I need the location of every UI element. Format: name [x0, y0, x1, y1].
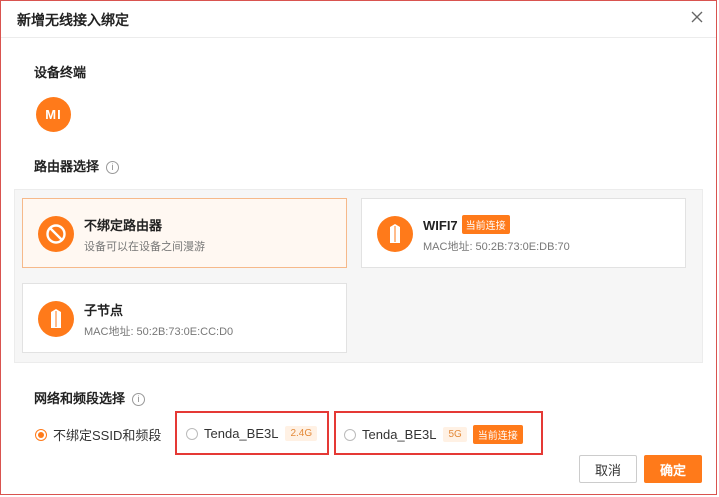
router-card-subtitle: 设备可以在设备之间漫游 — [84, 241, 205, 253]
close-icon[interactable] — [688, 8, 706, 26]
confirm-button[interactable]: 确定 — [644, 455, 702, 483]
network-section-label: 网络和频段选择 — [34, 391, 126, 406]
router-section-label: 路由器选择 — [34, 159, 100, 174]
current-connection-badge: 当前连接 — [472, 425, 523, 444]
band-badge: 2.4G — [285, 426, 318, 442]
device-logo-text: MI — [45, 107, 62, 122]
network-option-label: Tenda_BE3L — [362, 427, 437, 442]
band-badge: 5G — [443, 427, 467, 442]
xiaomi-logo-icon: MI — [36, 97, 71, 132]
prohibited-icon — [38, 216, 74, 252]
router-card-wifi7[interactable]: WIFI7 当前连接 MAC地址: 50:2B:73:0E:DB:70 — [361, 198, 686, 268]
network-option-label: Tenda_BE3L — [204, 426, 279, 442]
dialog-header: 新增无线接入绑定 — [1, 1, 716, 38]
info-icon[interactable]: i — [132, 393, 146, 407]
router-card-mac: MAC地址: 50:2B:73:0E:CC:D0 — [84, 326, 234, 338]
bind-dialog: 新增无线接入绑定 设备终端 MI 路由器选择 i 不绑定路由器 设备可以在设备之间… — [0, 0, 717, 495]
cancel-button[interactable]: 取消 — [579, 455, 637, 483]
router-device-icon — [377, 216, 413, 252]
network-section-title: 网络和频段选择 i — [34, 388, 146, 407]
network-option-unbind[interactable]: 不绑定SSID和频段 — [35, 425, 161, 461]
router-card-unbind[interactable]: 不绑定路由器 设备可以在设备之间漫游 — [22, 198, 347, 268]
router-list-panel: 不绑定路由器 设备可以在设备之间漫游 WIFI7 当前连接 MAC地址: 50:2… — [14, 189, 703, 363]
router-card-title: 子节点 — [84, 303, 124, 318]
network-option-2g[interactable]: Tenda_BE3L 2.4G — [186, 425, 318, 461]
current-connection-badge: 当前连接 — [461, 215, 510, 234]
router-card-title: 不绑定路由器 — [84, 218, 163, 233]
info-icon[interactable]: i — [106, 161, 120, 175]
dialog-title: 新增无线接入绑定 — [17, 12, 129, 28]
router-section-title: 路由器选择 i — [34, 156, 120, 175]
device-section-title: 设备终端 — [34, 65, 87, 80]
router-name: WIFI7 — [423, 218, 458, 233]
router-card-subnode[interactable]: 子节点 MAC地址: 50:2B:73:0E:CC:D0 — [22, 283, 347, 353]
radio-button[interactable] — [344, 428, 356, 441]
radio-button[interactable] — [35, 428, 47, 441]
router-card-title: WIFI7 当前连接 — [423, 215, 510, 234]
router-card-mac: MAC地址: 50:2B:73:0E:DB:70 — [423, 241, 570, 253]
radio-button[interactable] — [186, 427, 198, 440]
network-option-label: 不绑定SSID和频段 — [53, 428, 162, 443]
network-option-5g[interactable]: Tenda_BE3L 5G 当前连接 — [344, 425, 523, 461]
router-device-icon — [38, 301, 74, 337]
